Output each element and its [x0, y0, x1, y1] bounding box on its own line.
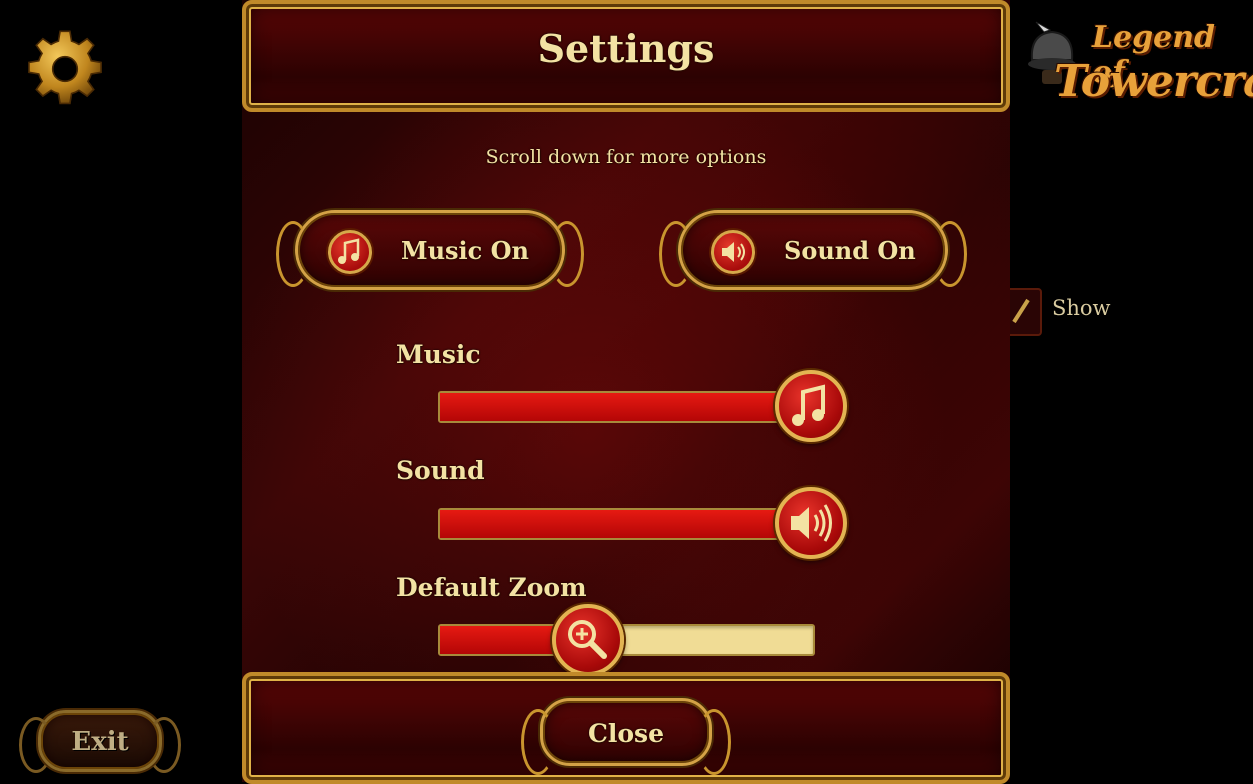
sound-slider-handle[interactable]	[775, 487, 847, 559]
logo-line-2: Towercraft	[1054, 56, 1253, 107]
zoom-slider-track[interactable]	[438, 624, 815, 656]
ornament-left	[659, 221, 693, 287]
sound-slider-track[interactable]	[438, 508, 816, 540]
close-button-label: Close	[587, 719, 665, 748]
ornament-right	[550, 221, 584, 287]
close-button[interactable]: Close	[521, 698, 731, 775]
music-slider-label: Music	[396, 340, 481, 369]
ornament-right	[933, 221, 967, 287]
exit-button-label: Exit	[71, 727, 129, 757]
music-slider-handle[interactable]	[775, 370, 847, 442]
zoom-slider-handle[interactable]	[552, 604, 624, 676]
music-note-icon	[328, 230, 372, 274]
show-label: Show	[1052, 296, 1111, 320]
music-toggle-label: Music On	[401, 236, 529, 265]
page-title: Settings	[537, 26, 715, 71]
speaker-icon	[791, 504, 832, 542]
sound-toggle-button[interactable]: Sound On	[659, 210, 967, 290]
music-toggle-button[interactable]: Music On	[276, 210, 584, 290]
sound-slider-label: Sound	[396, 456, 485, 485]
exit-button[interactable]: Exit	[19, 710, 181, 773]
scroll-hint: Scroll down for more options	[485, 146, 767, 168]
sound-slider-fill	[440, 510, 814, 538]
ornament-left	[276, 221, 310, 287]
music-slider-fill	[440, 393, 814, 421]
zoom-slider-label: Default Zoom	[396, 573, 587, 602]
sound-toggle-label: Sound On	[784, 236, 916, 265]
music-note-icon	[792, 384, 825, 426]
game-logo: Legend of Towercraft	[1020, 10, 1253, 116]
zoom-in-icon	[568, 620, 607, 659]
music-slider-track[interactable]	[438, 391, 816, 423]
gear-icon[interactable]	[24, 28, 106, 110]
speaker-icon	[711, 230, 755, 274]
